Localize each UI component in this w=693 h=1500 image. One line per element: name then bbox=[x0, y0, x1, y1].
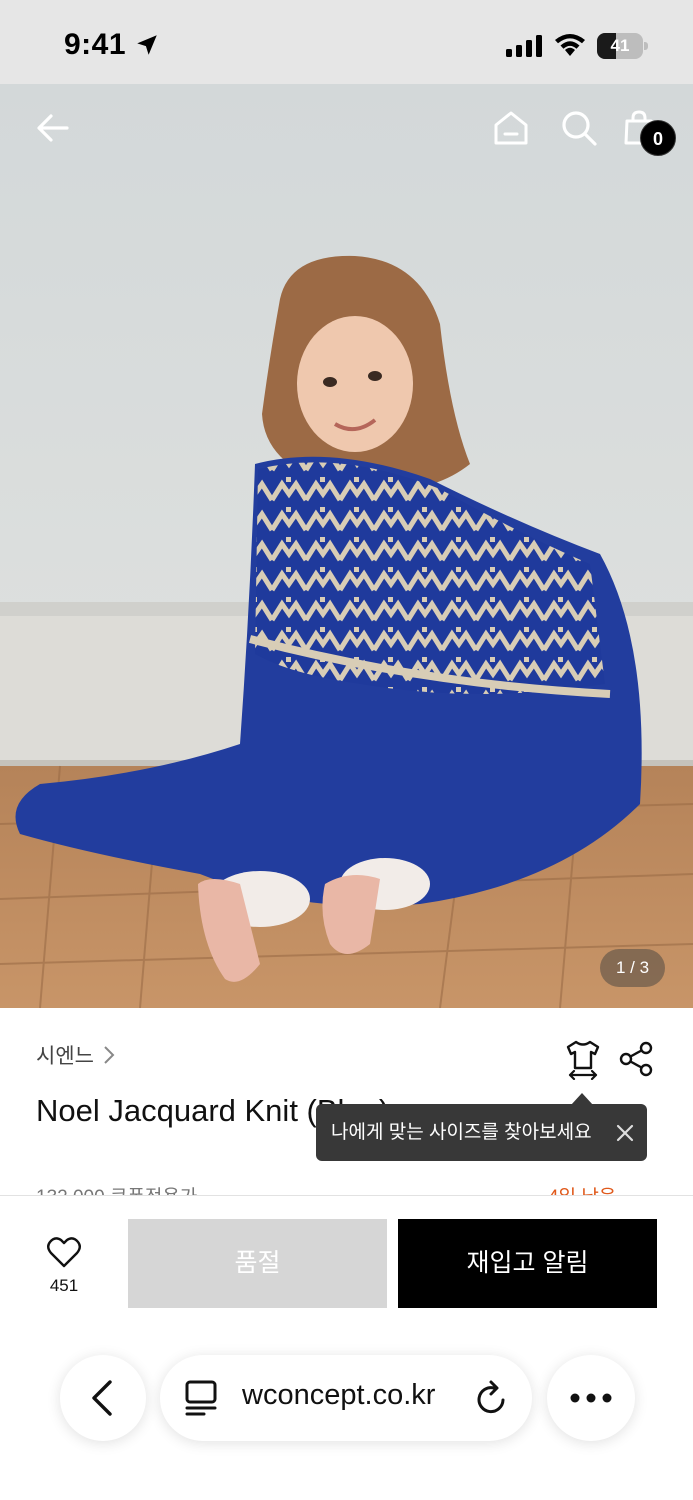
size-tooltip: 나에게 맞는 사이즈를 찾아보세요 bbox=[316, 1104, 647, 1161]
reload-icon[interactable] bbox=[474, 1379, 510, 1417]
size-guide-icon[interactable] bbox=[562, 1038, 604, 1080]
price-text: 132,000 쿠폰적용가 bbox=[36, 1182, 197, 1195]
arrow-left-icon bbox=[37, 114, 69, 142]
home-button[interactable] bbox=[487, 104, 535, 152]
brand-name: 시엔느 bbox=[36, 1045, 94, 1068]
search-button[interactable] bbox=[555, 104, 603, 152]
share-icon[interactable] bbox=[617, 1040, 655, 1078]
url-text: wconcept.co.kr bbox=[242, 1379, 436, 1411]
status-bar: 9:41 41 bbox=[0, 0, 693, 84]
cart-count-badge: 0 bbox=[640, 120, 676, 156]
battery-indicator: 41 bbox=[597, 33, 649, 59]
remaining-days-text: 4일 남음 bbox=[548, 1182, 616, 1195]
more-dots-icon bbox=[570, 1393, 612, 1403]
image-page-indicator: 1 / 3 bbox=[600, 949, 665, 987]
brand-link[interactable]: 시엔느 bbox=[36, 1040, 116, 1070]
address-bar[interactable]: wconcept.co.kr bbox=[160, 1355, 532, 1441]
browser-back-button[interactable] bbox=[60, 1355, 146, 1441]
heart-icon bbox=[47, 1237, 81, 1268]
tooltip-text: 나에게 맞는 사이즈를 찾아보세요 bbox=[331, 1122, 592, 1143]
home-icon bbox=[494, 111, 528, 145]
cellular-signal-icon bbox=[506, 35, 542, 57]
product-photo bbox=[0, 84, 693, 1008]
wifi-icon bbox=[555, 34, 585, 56]
battery-level-text: 41 bbox=[610, 36, 630, 55]
restock-alert-button[interactable]: 재입고 알림 bbox=[398, 1219, 657, 1308]
back-button[interactable] bbox=[29, 104, 77, 152]
location-arrow-icon bbox=[137, 35, 157, 55]
page-menu-icon bbox=[185, 1380, 217, 1416]
chevron-left-icon bbox=[92, 1380, 112, 1416]
soldout-button[interactable]: 품절 bbox=[128, 1219, 387, 1308]
chevron-right-icon bbox=[104, 1046, 115, 1064]
browser-more-button[interactable] bbox=[547, 1355, 635, 1441]
status-time: 9:41 bbox=[64, 28, 127, 61]
like-button[interactable]: 451 bbox=[38, 1235, 90, 1296]
close-icon[interactable] bbox=[613, 1121, 637, 1145]
search-icon bbox=[562, 111, 597, 146]
like-count: 451 bbox=[49, 1276, 79, 1295]
product-image-gallery[interactable]: 0 1 / 3 bbox=[0, 84, 693, 1008]
